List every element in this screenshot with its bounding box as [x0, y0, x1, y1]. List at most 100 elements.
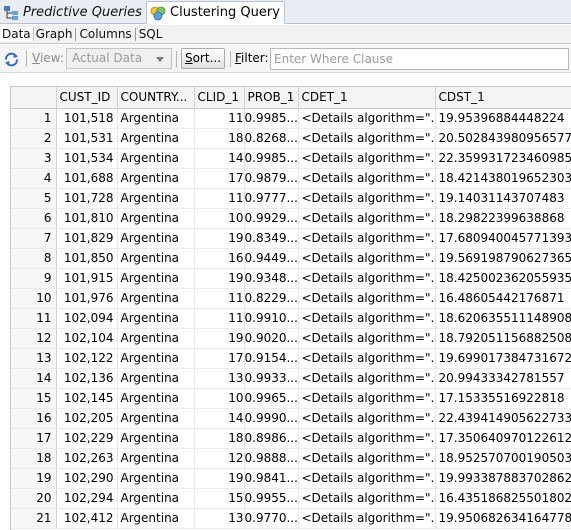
cell-cust-id[interactable]: 102,294	[56, 488, 118, 509]
cell-prob[interactable]: 0.9985...	[244, 148, 299, 169]
cell-prob[interactable]: 0.8229...	[244, 288, 299, 309]
row-number[interactable]: 3	[11, 148, 57, 169]
cell-country[interactable]: Argentina	[117, 448, 195, 469]
cell-cdst[interactable]: 22.359931723460985	[435, 148, 571, 169]
cell-cdet[interactable]: <Details algorithm="...	[298, 328, 436, 349]
cell-prob[interactable]: 0.9910...	[244, 308, 299, 329]
cell-cdst[interactable]: 19.993387883702862	[435, 468, 571, 489]
cell-cdet[interactable]: <Details algorithm="...	[298, 408, 436, 429]
cell-country[interactable]: Argentina	[117, 188, 195, 209]
row-number[interactable]: 16	[11, 408, 57, 429]
cell-country[interactable]: Argentina	[117, 228, 195, 249]
cell-cdet[interactable]: <Details algorithm="...	[298, 148, 436, 169]
cell-clid[interactable]: 17	[194, 348, 245, 369]
row-number[interactable]: 19	[11, 468, 57, 489]
cell-cdst[interactable]: 19.569198790627365	[435, 248, 571, 269]
row-number[interactable]: 10	[11, 288, 57, 309]
cell-country[interactable]: Argentina	[117, 168, 195, 189]
row-number[interactable]: 4	[11, 168, 57, 189]
cell-cust-id[interactable]: 101,534	[56, 148, 118, 169]
cell-clid[interactable]: 11	[194, 308, 245, 329]
row-number[interactable]: 8	[11, 248, 57, 269]
table-row[interactable]: 8 101,850 Argentina 16 0.9449... <Details alg…	[11, 248, 571, 269]
cell-prob[interactable]: 0.9770...	[244, 508, 299, 529]
cell-cdet[interactable]: <Details algorithm="...	[298, 488, 436, 509]
cell-cust-id[interactable]: 101,728	[56, 188, 118, 209]
cell-prob[interactable]: 0.8349...	[244, 228, 299, 249]
row-number[interactable]: 15	[11, 388, 57, 409]
cell-clid[interactable]: 17	[194, 168, 245, 189]
tab-columns[interactable]: Columns	[77, 27, 133, 41]
cell-cust-id[interactable]: 101,829	[56, 228, 118, 249]
cell-cdst[interactable]: 16.435186825501802	[435, 488, 571, 509]
cell-cust-id[interactable]: 101,518	[56, 108, 118, 129]
cell-clid[interactable]: 10	[194, 388, 245, 409]
row-number[interactable]: 7	[11, 228, 57, 249]
table-row[interactable]: 13 102,122 Argentina 17 0.9154... <Details al…	[11, 348, 571, 369]
cell-country[interactable]: Argentina	[117, 488, 195, 509]
cell-country[interactable]: Argentina	[117, 148, 195, 169]
table-row[interactable]: 17 102,229 Argentina 18 0.8986... <Details al…	[11, 428, 571, 449]
cell-cdet[interactable]: <Details algorithm="...	[298, 108, 436, 129]
cell-cust-id[interactable]: 102,205	[56, 408, 118, 429]
table-row[interactable]: 3 101,534 Argentina 14 0.9985... <Details alg…	[11, 148, 571, 169]
cell-clid[interactable]: 12	[194, 448, 245, 469]
cell-cust-id[interactable]: 102,136	[56, 368, 118, 389]
cell-cdst[interactable]: 19.950682634164778	[435, 508, 571, 529]
cell-cdet[interactable]: <Details algorithm="...	[298, 348, 436, 369]
cell-prob[interactable]: 0.9348...	[244, 268, 299, 289]
cell-country[interactable]: Argentina	[117, 428, 195, 449]
table-row[interactable]: 10 101,976 Argentina 11 0.8229... <Details al…	[11, 288, 571, 309]
row-number[interactable]: 17	[11, 428, 57, 449]
row-number[interactable]: 5	[11, 188, 57, 209]
table-row[interactable]: 12 102,104 Argentina 19 0.9020... <Details al…	[11, 328, 571, 349]
cell-clid[interactable]: 13	[194, 508, 245, 529]
cell-cdst[interactable]: 19.14031143707483	[435, 188, 571, 209]
cell-clid[interactable]: 10	[194, 208, 245, 229]
cell-clid[interactable]: 14	[194, 408, 245, 429]
cell-cdst[interactable]: 19.699017384731672	[435, 348, 571, 369]
cell-clid[interactable]: 11	[194, 108, 245, 129]
cell-cust-id[interactable]: 102,122	[56, 348, 118, 369]
tab-sql[interactable]: SQL	[137, 27, 165, 41]
cell-clid[interactable]: 19	[194, 328, 245, 349]
row-number[interactable]: 21	[11, 508, 57, 529]
column-header-country[interactable]: COUNTRY...	[117, 87, 195, 109]
cell-country[interactable]: Argentina	[117, 308, 195, 329]
cell-clid[interactable]: 14	[194, 148, 245, 169]
cell-country[interactable]: Argentina	[117, 388, 195, 409]
cell-country[interactable]: Argentina	[117, 288, 195, 309]
cell-cust-id[interactable]: 102,263	[56, 448, 118, 469]
cell-country[interactable]: Argentina	[117, 328, 195, 349]
cell-prob[interactable]: 0.9879...	[244, 168, 299, 189]
cell-prob[interactable]: 0.9841...	[244, 468, 299, 489]
cell-cdet[interactable]: <Details algorithm="...	[298, 388, 436, 409]
row-number[interactable]: 6	[11, 208, 57, 229]
cell-prob[interactable]: 0.9888...	[244, 448, 299, 469]
cell-country[interactable]: Argentina	[117, 248, 195, 269]
table-row[interactable]: 14 102,136 Argentina 13 0.9933... <Details al…	[11, 368, 571, 389]
cell-country[interactable]: Argentina	[117, 508, 195, 529]
cell-prob[interactable]: 0.9449...	[244, 248, 299, 269]
cell-prob[interactable]: 0.8268...	[244, 128, 299, 149]
cell-clid[interactable]: 19	[194, 268, 245, 289]
table-row[interactable]: 7 101,829 Argentina 19 0.8349... <Details alg…	[11, 228, 571, 249]
cell-cdet[interactable]: <Details algorithm="...	[298, 508, 436, 529]
cell-prob[interactable]: 0.8986...	[244, 428, 299, 449]
cell-cdst[interactable]: 18.792051156882508	[435, 328, 571, 349]
tab-predictive-queries[interactable]: Predictive Queries	[0, 1, 144, 24]
cell-country[interactable]: Argentina	[117, 108, 195, 129]
table-row[interactable]: 9 101,915 Argentina 19 0.9348... <Details alg…	[11, 268, 571, 289]
row-number[interactable]: 18	[11, 448, 57, 469]
cell-cdet[interactable]: <Details algorithm="...	[298, 368, 436, 389]
table-row[interactable]: 11 102,094 Argentina 11 0.9910... <Details al…	[11, 308, 571, 329]
row-number[interactable]: 1	[11, 108, 57, 129]
column-header-prob[interactable]: PROB_1	[244, 87, 299, 109]
cell-cust-id[interactable]: 102,104	[56, 328, 118, 349]
table-row[interactable]: 15 102,145 Argentina 10 0.9965... <Details al…	[11, 388, 571, 409]
column-header-cdst[interactable]: CDST_1	[435, 87, 571, 109]
cell-prob[interactable]: 0.9965...	[244, 388, 299, 409]
table-row[interactable]: 6 101,810 Argentina 10 0.9929... <Details alg…	[11, 208, 571, 229]
cell-cdst[interactable]: 18.421438019652303	[435, 168, 571, 189]
cell-cdet[interactable]: <Details algorithm="...	[298, 308, 436, 329]
